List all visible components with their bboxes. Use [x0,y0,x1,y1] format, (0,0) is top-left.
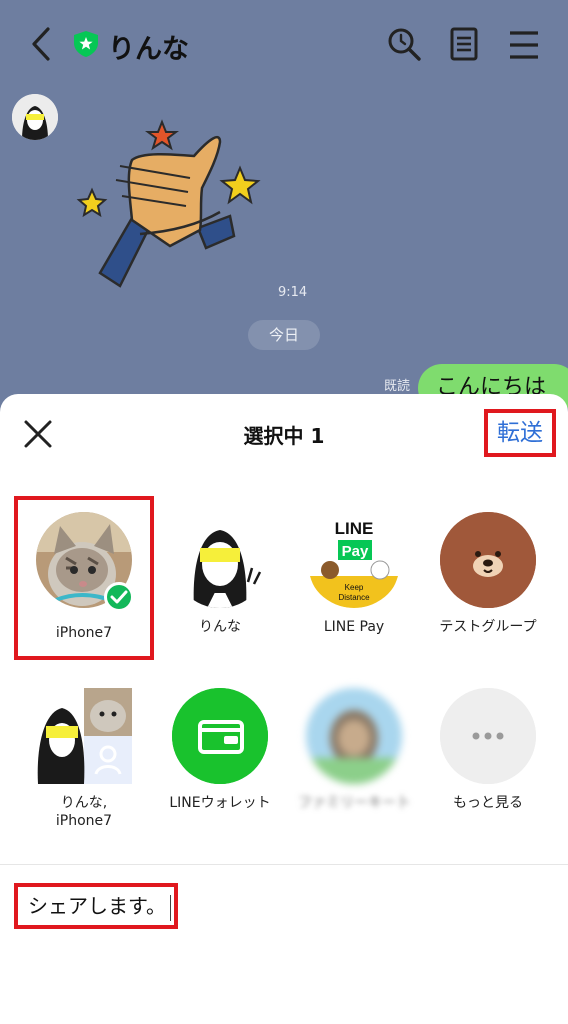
share-sheet: 選択中 1 転送 iPhone7 りんな LINE Pay Keep Dista… [0,394,568,1024]
back-icon[interactable] [26,26,56,62]
avatar [306,688,402,784]
date-divider: 今日 [248,320,320,350]
share-target-iphone7[interactable]: iPhone7 [14,496,154,660]
avatar [440,512,536,608]
see-more-button[interactable]: もっと見る [422,688,554,838]
svg-text:LINE: LINE [335,519,374,538]
group-avatar [36,688,132,784]
menu-icon[interactable] [506,28,542,62]
wallet-icon [172,688,268,784]
avatar [172,512,268,608]
message-time: 9:14 [278,285,308,300]
notes-icon[interactable] [446,26,482,62]
chat-header: りんな [0,0,568,88]
selected-check-icon [104,582,134,612]
share-target-label: iPhone7 [55,625,113,641]
read-receipt: 既読 [384,379,411,394]
divider [0,864,568,865]
share-target-line-wallet[interactable]: LINEウォレット [154,688,286,838]
svg-text:Distance: Distance [338,593,370,602]
share-target-rinna[interactable]: りんな [154,512,286,652]
share-target-test-group[interactable]: テストグループ [422,512,554,652]
chat-background: りんな 9:14 今日 既読 こんにちは [0,0,568,420]
share-target-label: りんな [199,619,241,635]
share-message-text: シェアします。 [28,894,166,918]
share-target-linepay[interactable]: LINE Pay Keep Distance LINE Pay [288,512,420,652]
share-message-input[interactable]: シェアします。 [14,883,178,929]
share-target-label: りんな, iPhone7 [55,795,113,829]
text-caret [170,894,171,921]
share-target-label: ファミリーキー卜 [298,795,410,811]
share-target-group-rinna-iphone7[interactable]: りんな, iPhone7 [18,688,150,838]
linepay-logo: LINE Pay Keep Distance [306,512,402,608]
share-target-label: もっと見る [453,795,523,811]
share-target-label: LINE Pay [323,619,385,635]
more-dots-icon [440,688,536,784]
contact-avatar[interactable] [12,94,58,140]
svg-text:Keep: Keep [345,583,364,592]
share-target-label: テストグループ [439,619,537,635]
selection-title: 選択中 1 [243,424,325,448]
verified-shield-icon [74,31,98,57]
forward-button[interactable]: 転送 [484,409,556,457]
share-target-family-chat[interactable]: ファミリーキー卜 [288,688,420,838]
search-icon[interactable] [386,26,422,62]
svg-text:Pay: Pay [342,543,369,560]
share-target-label: LINEウォレット [169,795,271,811]
chat-title: りんな [108,34,189,65]
clapping-hands-sticker[interactable] [70,108,280,298]
